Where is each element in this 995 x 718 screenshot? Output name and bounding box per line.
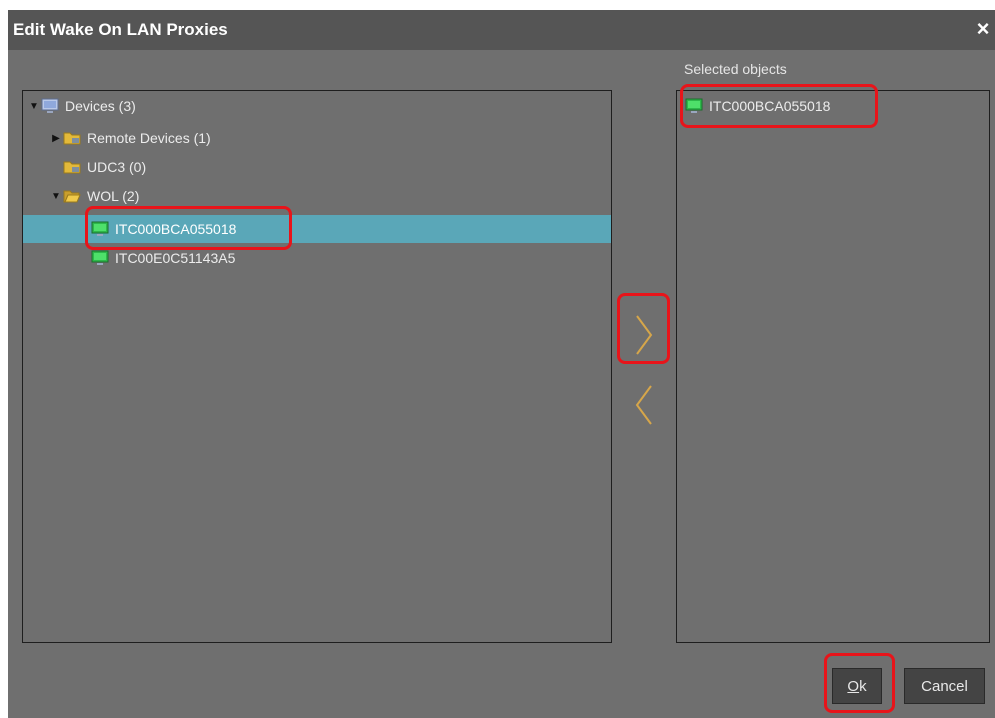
ok-mnemonic: O [847, 677, 860, 695]
tree-item-itc000bca055018[interactable]: ITC000BCA055018 [23, 215, 611, 243]
expand-toggle-icon[interactable]: ▼ [27, 101, 41, 112]
computer-icon [685, 98, 703, 114]
monitor-icon [41, 98, 59, 114]
tree-item-label: UDC3 (0) [87, 159, 147, 175]
title-bar: Edit Wake On LAN Proxies × [8, 10, 995, 50]
cancel-button[interactable]: Cancel [904, 668, 985, 704]
folder-icon [63, 130, 81, 146]
selected-objects-panel[interactable]: ITC000BCA055018 [676, 90, 990, 643]
computer-icon [91, 250, 109, 266]
add-to-selection-button[interactable] [619, 306, 669, 364]
close-icon[interactable]: × [973, 16, 993, 42]
tree-item-label: ITC00E0C51143A5 [115, 250, 236, 266]
tree-item-label: Remote Devices (1) [87, 130, 211, 146]
chevron-left-icon [635, 385, 652, 425]
chevron-right-icon [636, 315, 653, 355]
selected-objects-label: Selected objects [684, 61, 787, 77]
remove-from-selection-button[interactable] [619, 376, 669, 434]
ok-label-rest: k [859, 677, 867, 695]
dialog-title: Edit Wake On LAN Proxies [13, 20, 228, 39]
ok-button[interactable]: Ok [832, 668, 882, 704]
selected-item-itc000bca055018[interactable]: ITC000BCA055018 [677, 94, 989, 118]
tree-root-devices[interactable]: ▼ Devices (3) [23, 94, 611, 118]
tree-item-wol[interactable]: ▼ WOL (2) [23, 184, 611, 208]
computer-icon [91, 221, 109, 237]
expand-toggle-icon[interactable]: ▼ [49, 191, 63, 202]
tree-item-udc3[interactable]: UDC3 (0) [23, 155, 611, 179]
folder-open-icon [63, 188, 81, 204]
edit-wol-proxies-dialog: Edit Wake On LAN Proxies × ▼ Devices (3)… [8, 10, 995, 718]
tree-item-itc00e0c51143a5[interactable]: ITC00E0C51143A5 [23, 246, 611, 270]
tree-item-label: ITC000BCA055018 [115, 221, 237, 237]
expand-toggle-icon[interactable]: ▶ [49, 133, 63, 144]
device-tree-panel[interactable]: ▼ Devices (3) ▶ Remote Devices (1) UDC3 … [22, 90, 612, 643]
folder-icon [63, 159, 81, 175]
tree-item-label: Devices (3) [65, 98, 136, 114]
tree-item-label: WOL (2) [87, 188, 140, 204]
tree-item-remote-devices[interactable]: ▶ Remote Devices (1) [23, 126, 611, 150]
selected-item-label: ITC000BCA055018 [709, 98, 831, 114]
